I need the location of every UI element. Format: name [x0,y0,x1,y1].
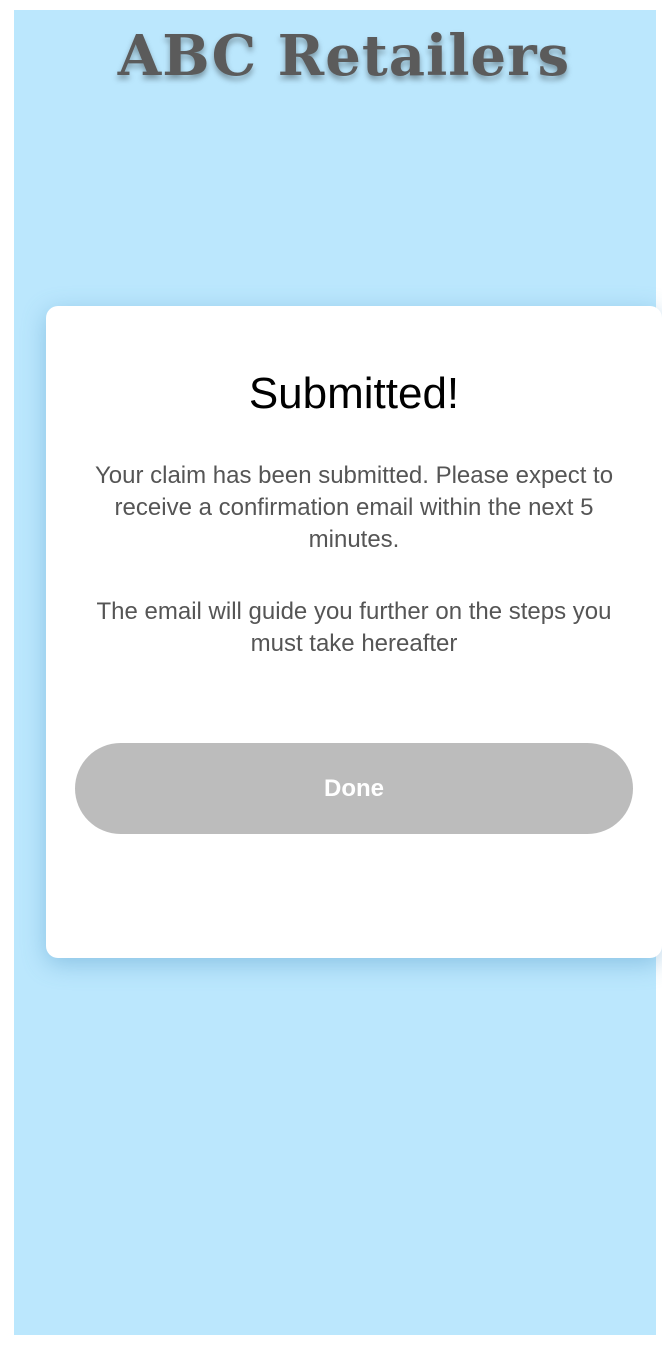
next-steps-message: The email will guide you further on the … [96,598,612,657]
brand-title: ABC Retailers [117,23,571,89]
dialog-title: Submitted! [248,369,460,418]
app-screen: ABC Retailers Submitted! Your claim has … [14,10,662,1335]
submission-confirmation-dialog: Submitted! Your claim has been submitted… [46,306,662,958]
done-button[interactable]: Done [75,743,633,834]
confirmation-message: Your claim has been submitted. Please ex… [94,462,614,553]
